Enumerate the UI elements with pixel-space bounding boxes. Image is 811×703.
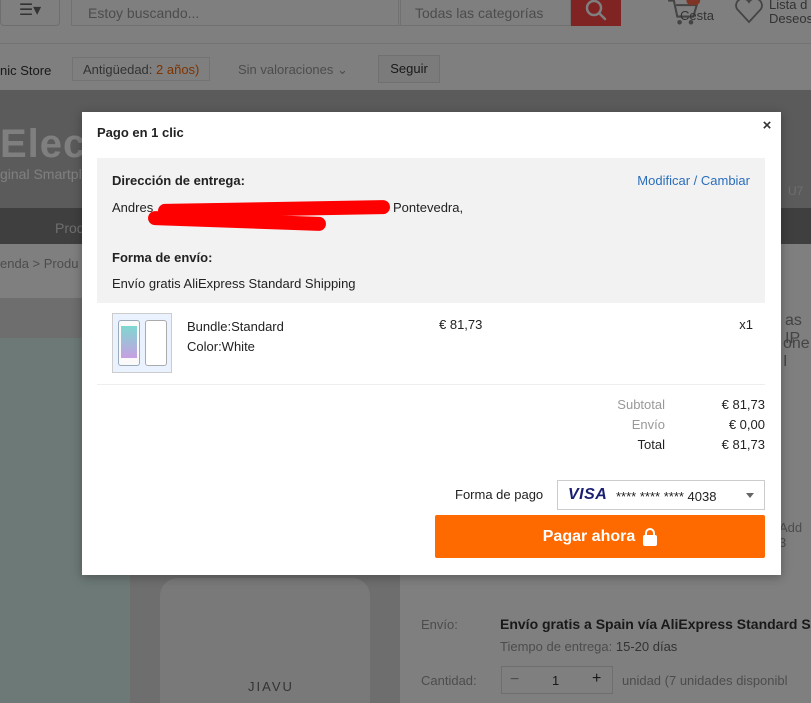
close-button[interactable]: ×: [759, 118, 775, 134]
pay-now-label: Pagar ahora: [542, 527, 636, 545]
visa-icon: VISA: [568, 486, 608, 503]
card-number: **** **** **** 4038: [616, 489, 717, 504]
payment-method-label: Forma de pago: [455, 487, 544, 502]
pay-now-button[interactable]: Pagar ahora: [435, 515, 765, 558]
address-line: Andres Pontevedra,: [112, 199, 752, 232]
shipping-method: Envío gratis AliExpress Standard Shippin…: [112, 276, 356, 291]
total-row: Total € 81,73: [637, 437, 765, 452]
address-label: Dirección de entrega:: [112, 173, 245, 188]
order-totals: Subtotal € 81,73 Envío € 0,00 Total € 81…: [552, 397, 765, 457]
product-thumbnail: [112, 313, 172, 373]
change-address-link[interactable]: Modificar / Cambiar: [637, 173, 750, 188]
address-city: Pontevedra,: [393, 200, 464, 215]
one-click-payment-dialog: Pago en 1 clic × Dirección de entrega: M…: [82, 112, 781, 575]
subtotal-row: Subtotal € 81,73: [617, 397, 765, 412]
shipping-method-label: Forma de envío:: [112, 250, 213, 265]
item-price: € 81,73: [439, 317, 483, 332]
close-icon: ×: [762, 117, 772, 134]
delivery-panel: Dirección de entrega: Modificar / Cambia…: [97, 158, 765, 303]
order-item: Bundle:Standard Color:White € 81,73 x1: [97, 303, 765, 385]
lock-icon: [643, 527, 658, 546]
item-color: Color:White: [187, 339, 255, 354]
item-attributes: Bundle:Standard Color:White: [187, 317, 284, 357]
chevron-down-icon: [746, 493, 754, 498]
shipping-row: Envío € 0,00: [631, 417, 765, 432]
dialog-title: Pago en 1 clic: [97, 125, 184, 140]
item-bundle: Bundle:Standard: [187, 319, 284, 334]
item-quantity: x1: [739, 317, 753, 332]
payment-method-select[interactable]: VISA **** **** **** 4038: [557, 480, 765, 510]
address-name: Andres: [112, 200, 154, 215]
